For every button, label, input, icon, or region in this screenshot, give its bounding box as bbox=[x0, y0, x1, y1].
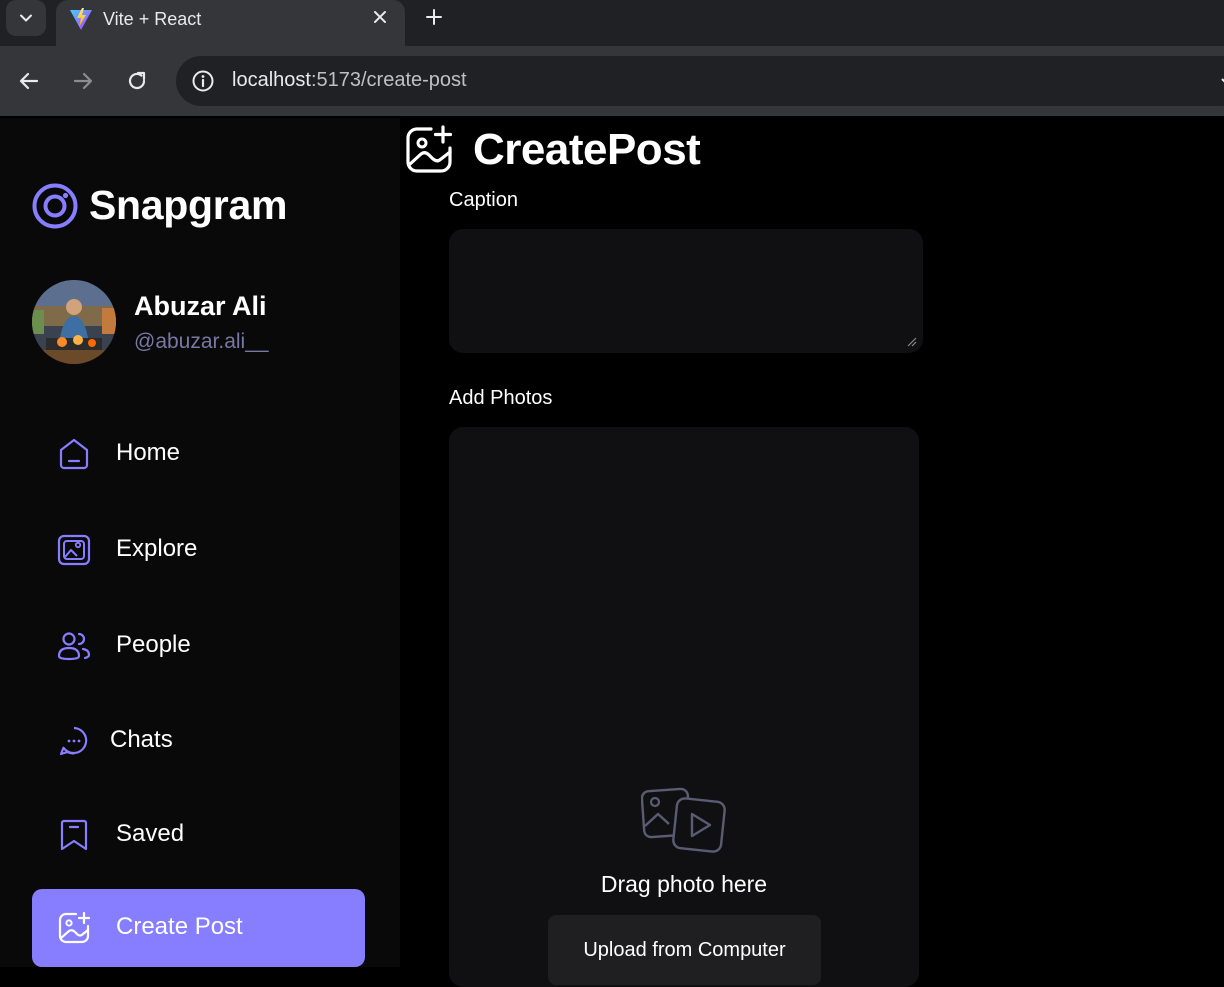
plus-icon bbox=[426, 9, 442, 25]
resize-handle-icon[interactable] bbox=[905, 335, 917, 347]
new-tab-button[interactable] bbox=[421, 2, 447, 32]
avatar-photo bbox=[32, 280, 116, 364]
tab-title: Vite + React bbox=[103, 9, 202, 29]
back-button[interactable] bbox=[14, 66, 44, 96]
arrow-right-icon bbox=[73, 72, 93, 90]
upload-button-label: Upload from Computer bbox=[583, 939, 786, 961]
site-info-button[interactable] bbox=[190, 68, 216, 94]
snapgram-logo-icon bbox=[32, 183, 78, 228]
address-bar[interactable]: localhost:5173/create-post bbox=[176, 56, 1224, 106]
tab-close-button[interactable] bbox=[368, 4, 392, 30]
people-icon bbox=[57, 632, 91, 661]
chevron-down-icon bbox=[20, 14, 32, 22]
browser-tab-strip: Vite + React bbox=[0, 0, 1224, 46]
tab-search-button[interactable] bbox=[6, 0, 46, 36]
upload-from-computer-button[interactable]: Upload from Computer bbox=[548, 915, 821, 985]
gallery-add-icon bbox=[406, 125, 453, 173]
sidebar-item-label: Saved bbox=[116, 820, 185, 847]
sidebar-item-saved[interactable]: Saved bbox=[32, 796, 365, 874]
sidebar-item-label: People bbox=[116, 631, 191, 658]
user-profile-link[interactable]: Abuzar Ali @abuzar.ali__ bbox=[32, 280, 269, 364]
chat-icon bbox=[59, 726, 88, 756]
sidebar-item-label: Chats bbox=[110, 726, 173, 753]
page-title: CreatePost bbox=[403, 124, 701, 176]
close-icon bbox=[374, 11, 386, 23]
user-handle: @abuzar.ali__ bbox=[134, 329, 269, 353]
sidebar-item-explore[interactable]: Explore bbox=[32, 511, 365, 589]
gallery-add-icon bbox=[58, 911, 91, 944]
bookmark-icon bbox=[60, 819, 88, 851]
drop-instruction: Drag photo here bbox=[600, 871, 768, 897]
sidebar-item-label: Explore bbox=[116, 535, 198, 562]
browser-tab[interactable]: Vite + React bbox=[56, 0, 405, 46]
vite-icon bbox=[70, 8, 92, 30]
omnibox-menu[interactable] bbox=[1214, 68, 1224, 94]
brand-logo[interactable]: Snapgram bbox=[32, 182, 287, 229]
sidebar-item-label: Home bbox=[116, 439, 181, 466]
sidebar-item-chats[interactable]: Chats bbox=[32, 702, 365, 780]
forward-button[interactable] bbox=[68, 66, 98, 96]
wallpaper-icon bbox=[57, 534, 91, 566]
avatar bbox=[32, 280, 116, 364]
sidebar-item-people[interactable]: People bbox=[32, 607, 365, 685]
sidebar-item-home[interactable]: Home bbox=[32, 415, 365, 493]
photo-dropzone[interactable]: Drag photo here Upload from Computer bbox=[449, 427, 919, 987]
brand-name: Snapgram bbox=[89, 182, 288, 228]
page-title-text: CreatePost bbox=[473, 125, 701, 174]
reload-icon bbox=[128, 71, 146, 90]
home-icon bbox=[59, 438, 89, 470]
url-host: localhost bbox=[232, 69, 311, 91]
arrow-left-icon bbox=[19, 72, 39, 90]
caption-label: Caption bbox=[449, 189, 518, 211]
left-sidebar: Snapgram Abuzar Ali @abuzar.ali__ Home E… bbox=[0, 118, 400, 967]
sidebar-item-label: Create Post bbox=[116, 913, 243, 940]
url-path: :5173/create-post bbox=[310, 69, 467, 91]
user-name: Abuzar Ali bbox=[134, 290, 267, 321]
add-photos-label: Add Photos bbox=[449, 387, 553, 409]
browser-toolbar: localhost:5173/create-post bbox=[0, 46, 1224, 116]
chevron-down-icon bbox=[1221, 78, 1224, 83]
file-upload-icon bbox=[641, 787, 726, 853]
sidebar-item-create-post[interactable]: Create Post bbox=[32, 889, 365, 967]
reload-button[interactable] bbox=[122, 66, 152, 96]
url-text: localhost:5173/create-post bbox=[232, 69, 467, 92]
info-icon bbox=[192, 70, 214, 92]
caption-input[interactable] bbox=[449, 229, 923, 353]
